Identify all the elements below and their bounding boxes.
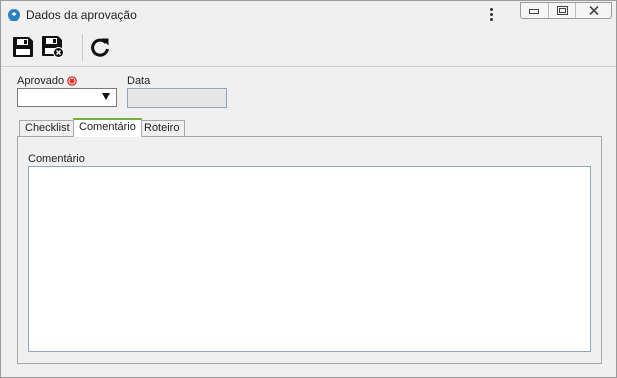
toolbar <box>1 29 616 67</box>
toolbar-separator <box>82 34 83 61</box>
title-bar: Dados da aprovação <box>1 1 616 29</box>
tab-label: Checklist <box>25 122 70 134</box>
minimize-button[interactable] <box>521 3 549 18</box>
close-button[interactable] <box>576 3 611 18</box>
restore-button[interactable] <box>549 3 577 18</box>
required-icon <box>67 76 77 86</box>
approved-label: Aprovado <box>17 75 65 87</box>
chevron-down-icon <box>102 93 110 100</box>
comment-textarea[interactable] <box>28 166 591 352</box>
minimize-icon <box>529 8 540 14</box>
tab-label: Comentário <box>79 121 136 133</box>
restore-icon <box>556 6 568 15</box>
window-controls <box>520 2 612 19</box>
tab-label: Roteiro <box>144 122 180 134</box>
date-label: Data <box>127 75 151 87</box>
window-title: Dados da aprovação <box>26 8 137 22</box>
comment-label: Comentário <box>28 153 85 165</box>
save-icon <box>13 37 33 57</box>
app-icon <box>8 9 20 21</box>
dialog-window: Dados da aprovação Aprovado Data Checkli… <box>0 0 617 378</box>
tab-comentario[interactable]: Comentário <box>73 118 142 137</box>
date-field[interactable] <box>127 88 227 108</box>
refresh-icon <box>91 38 109 57</box>
kebab-menu-icon[interactable] <box>487 7 495 23</box>
close-icon <box>589 6 599 15</box>
save-and-close-button[interactable] <box>41 35 65 59</box>
save-button[interactable] <box>11 35 35 59</box>
tab-checklist[interactable]: Checklist <box>19 120 76 137</box>
refresh-button[interactable] <box>88 35 112 59</box>
save-close-icon <box>42 36 64 58</box>
tab-roteiro[interactable]: Roteiro <box>138 120 186 137</box>
approved-select[interactable] <box>17 88 117 107</box>
